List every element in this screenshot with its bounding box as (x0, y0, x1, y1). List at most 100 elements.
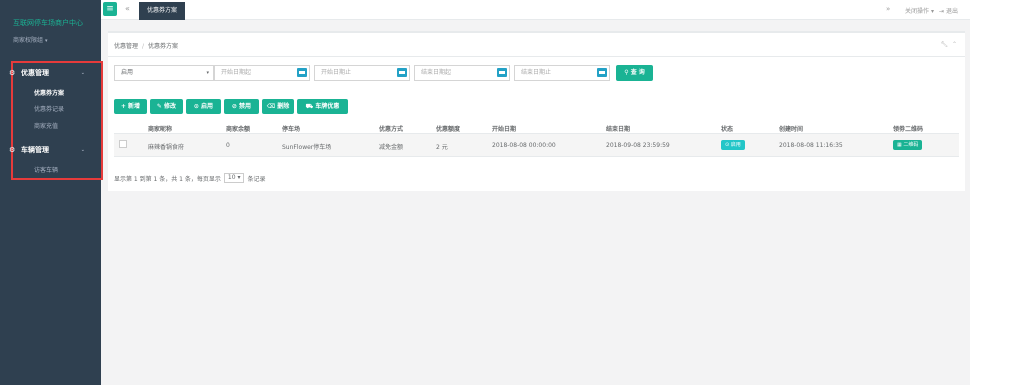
start-date-to-input[interactable]: 开始日期止 (314, 65, 410, 81)
status-badge: ⊙ 启用 (721, 140, 745, 150)
column-header-status[interactable]: 状态 (721, 124, 733, 133)
top-bar: ≡ « 优惠券方案 » 关闭操作 ▾ ⇥ 退出 (101, 0, 970, 20)
menu-toggle-icon[interactable]: ≡ (103, 2, 117, 16)
sidebar-item-coupon-plan[interactable]: 优惠券方案 (34, 88, 64, 97)
caret-down-icon: ▾ (237, 174, 241, 181)
pagination-summary: 显示第 1 到第 1 条，共 1 条，每页显示 (114, 175, 221, 183)
disable-button[interactable]: ⊘ 禁用 (224, 99, 259, 114)
calendar-icon[interactable] (397, 68, 407, 77)
close-ops-label: 关闭操作 (905, 8, 930, 15)
sitemap-icon: ⚙ (9, 146, 16, 154)
chevron-down-icon: ⌄ (80, 147, 85, 153)
brand-title: 互联网停车场商户中心 (13, 19, 83, 27)
sitemap-icon: ⚙ (9, 69, 16, 77)
qr-code-label: 二维码 (903, 142, 919, 148)
wrench-icon[interactable]: 🔧︎ (941, 41, 949, 48)
row-checkbox[interactable] (119, 140, 127, 148)
cell-start-date: 2018-08-08 00:00:00 (492, 142, 556, 149)
divider (108, 56, 965, 57)
status-badge-label: 启用 (730, 142, 741, 148)
column-header-amount[interactable]: 优惠额度 (436, 124, 460, 133)
edit-icon: ✎ (156, 103, 162, 110)
status-select-value: 启用 (121, 69, 134, 76)
delete-button[interactable]: ⌫ 删除 (262, 99, 294, 114)
column-header-balance[interactable]: 商家余额 (226, 124, 250, 133)
cell-amount: 2 元 (436, 144, 448, 151)
panel-tools: 🔧︎ ⌃ (941, 41, 957, 48)
tabs-scroll-left-icon[interactable]: « (125, 4, 130, 13)
cell-created: 2018-08-08 11:16:35 (779, 142, 843, 149)
column-header-merchant[interactable]: 商家昵称 (148, 124, 172, 133)
content-panel: 优惠管理 / 优惠券方案 🔧︎ ⌃ 启用 ▾ 开始日期起 开始日期止 结束日期起 结… (108, 31, 965, 191)
end-date-from-input[interactable]: 结束日期起 (414, 65, 510, 81)
sidebar-item-coupon-record[interactable]: 优惠券记录 (34, 104, 64, 113)
add-label: 新增 (128, 103, 141, 110)
breadcrumb-separator: / (142, 43, 145, 50)
app-window: 互联网停车场商户中心 商家权限组 ▾ ⚙ 优惠管理 ⌄ 优惠券方案 优惠券记录 商… (0, 0, 970, 385)
caret-down-icon: ▾ (930, 8, 934, 15)
search-icon: ⚲ (624, 69, 629, 76)
cell-parking: SunFlower停车场 (282, 144, 332, 151)
query-label: 查 询 (630, 69, 645, 76)
sidebar: 互联网停车场商户中心 商家权限组 ▾ ⚙ 优惠管理 ⌄ 优惠券方案 优惠券记录 商… (0, 0, 103, 385)
calendar-icon[interactable] (597, 68, 607, 77)
page-size-value: 10 (227, 174, 236, 181)
pagination-info: 显示第 1 到第 1 条，共 1 条，每页显示 10 ▾ 条记录 (114, 173, 266, 183)
user-role-dropdown[interactable]: 商家权限组 ▾ (13, 35, 48, 44)
column-header-mode[interactable]: 优惠方式 (379, 124, 403, 133)
check-circle-icon: ⊙ (193, 103, 199, 110)
menu-group-vehicle[interactable]: ⚙ 车辆管理 ⌄ (9, 145, 93, 155)
user-role-label: 商家权限组 (13, 37, 44, 44)
close-ops-dropdown[interactable]: 关闭操作 ▾ (905, 6, 934, 15)
page-size-select[interactable]: 10 ▾ (223, 173, 245, 183)
car-icon: ⛟ (305, 103, 314, 110)
menu-group-coupon[interactable]: ⚙ 优惠管理 ⌄ (9, 68, 93, 78)
edit-button[interactable]: ✎ 修改 (150, 99, 183, 114)
tabs-scroll-right-icon[interactable]: » (886, 5, 890, 13)
start-date-from-placeholder: 开始日期起 (221, 69, 252, 76)
column-header-qr[interactable]: 领劵二维码 (893, 124, 923, 133)
logout-label: 退出 (945, 8, 958, 15)
calendar-icon[interactable] (497, 68, 507, 77)
enable-label: 启用 (201, 103, 214, 110)
status-select[interactable]: 启用 ▾ (114, 65, 214, 81)
cell-balance: 0 (226, 142, 230, 149)
menu-group-label: 车辆管理 (21, 146, 49, 154)
calendar-icon[interactable] (297, 68, 307, 77)
cell-mode: 减免金额 (379, 144, 404, 151)
start-date-to-placeholder: 开始日期止 (321, 69, 352, 76)
column-header-start-date[interactable]: 开始日期 (492, 124, 516, 133)
menu-group-label: 优惠管理 (21, 69, 49, 77)
check-circle-icon: ⊙ (725, 142, 730, 148)
start-date-from-input[interactable]: 开始日期起 (214, 65, 310, 81)
column-header-end-date[interactable]: 结束日期 (606, 124, 630, 133)
sidebar-item-merchant-recharge[interactable]: 商家充值 (34, 121, 58, 130)
caret-down-icon: ▾ (206, 70, 209, 76)
logout-icon: ⇥ (939, 8, 945, 15)
breadcrumb-parent[interactable]: 优惠管理 (114, 43, 138, 50)
chevron-down-icon: ⌄ (80, 70, 85, 76)
qrcode-icon: ▦ (897, 142, 902, 148)
end-date-from-placeholder: 结束日期起 (421, 69, 452, 76)
query-button[interactable]: ⚲ 查 询 (616, 65, 653, 81)
column-header-created[interactable]: 创建时间 (779, 124, 803, 133)
logout-button[interactable]: ⇥ 退出 (939, 6, 958, 15)
breadcrumb: 优惠管理 / 优惠券方案 (114, 41, 178, 50)
plate-discount-button[interactable]: ⛟ 车牌优惠 (297, 99, 348, 114)
delete-label: 删除 (277, 103, 290, 110)
column-header-parking[interactable]: 停车场 (282, 124, 300, 133)
add-button[interactable]: + 新增 (114, 99, 147, 114)
sidebar-item-visitor-vehicle[interactable]: 访客车辆 (34, 165, 58, 174)
cell-merchant: 麻辣香锅食府 (148, 144, 185, 151)
breadcrumb-current: 优惠券方案 (148, 43, 179, 50)
end-date-to-input[interactable]: 结束日期止 (514, 65, 610, 81)
tab-coupon-plan[interactable]: 优惠券方案 (139, 2, 186, 20)
cell-end-date: 2018-09-08 23:59:59 (606, 142, 670, 149)
qr-code-button[interactable]: ▦ 二维码 (893, 140, 923, 150)
end-date-to-placeholder: 结束日期止 (521, 69, 552, 76)
plate-discount-label: 车牌优惠 (315, 103, 340, 110)
disable-label: 禁用 (239, 103, 252, 110)
ban-icon: ⊘ (231, 103, 237, 110)
chevron-up-icon[interactable]: ⌃ (952, 41, 957, 48)
enable-button[interactable]: ⊙ 启用 (186, 99, 221, 114)
